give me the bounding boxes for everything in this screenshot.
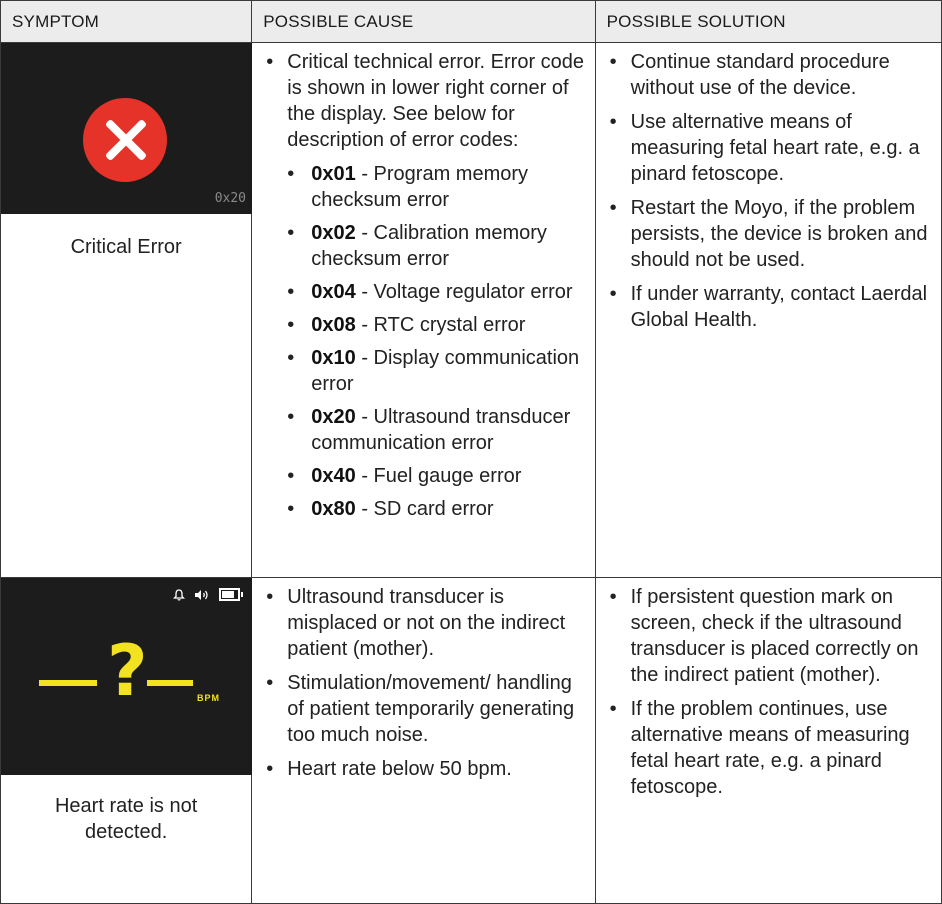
symptom-cell: ? BPM Heart rate is not detected. [0,577,253,904]
list-item: If persistent question mark on screen, c… [610,584,931,688]
list-item: 0x04 - Voltage regulator error [287,279,584,305]
list-item: 0x10 - Display communication error [287,345,584,397]
list-item: 0x02 - Calibration memory checksum error [287,220,584,272]
list-item: If the problem continues, use alternativ… [610,696,931,800]
symptom-text: Heart rate is not detected. [54,795,198,843]
device-screen-critical: 0x20 [1,43,252,214]
error-code-list: 0x01 - Program memory checksum error 0x0… [287,161,584,522]
device-screen-no-heart-rate: ? BPM [1,578,252,775]
list-item: 0x80 - SD card error [287,496,584,522]
header-row: SYMPTOM POSSIBLE CAUSE POSSIBLE SOLUTION [0,0,942,43]
cause-cell: Ultrasound transducer is misplaced or no… [251,577,596,904]
list-item: Continue standard procedure without use … [610,49,931,101]
solution-cell: Continue standard procedure without use … [594,42,942,578]
error-code: 0x10 [311,347,356,369]
symptom-cell: 0x20 Critical Error [0,42,253,578]
error-desc: - RTC crystal error [355,314,526,336]
header-symptom: SYMPTOM [0,0,253,43]
list-item: If under warranty, contact Laerdal Globa… [610,281,931,333]
battery-level [222,591,234,598]
error-code: 0x80 [311,498,356,520]
cause-list: Critical technical error. Error code is … [252,43,594,522]
header-solution: POSSIBLE SOLUTION [594,0,942,43]
list-item: 0x40 - Fuel gauge error [287,463,584,489]
cause-cell: Critical technical error. Error code is … [251,42,596,578]
error-code: 0x40 [311,465,356,487]
x-circle-icon [83,98,167,182]
dash-left [39,680,97,686]
list-item: Ultrasound transducer is misplaced or no… [266,584,584,662]
speaker-icon [195,589,208,600]
symptom-label: Critical Error [70,236,182,258]
error-code-readout: 0x20 [214,191,246,206]
battery-icon [219,588,243,601]
cause-intro: Critical technical error. Error code is … [287,51,585,151]
list-item: 0x01 - Program memory checksum error [287,161,584,213]
list-item: Stimulation/movement/ handling of patien… [266,670,584,748]
bpm-unit-label: BPM [197,693,220,703]
list-item: Critical technical error. Error code is … [266,49,584,522]
cause-list: Ultrasound transducer is misplaced or no… [252,578,594,782]
error-code: 0x20 [311,406,356,428]
solution-list: Continue standard procedure without use … [596,43,941,333]
error-desc: - SD card error [355,498,494,520]
troubleshooting-table: SYMPTOM POSSIBLE CAUSE POSSIBLE SOLUTION… [0,0,942,904]
error-code: 0x04 [311,281,356,303]
row-heart-rate-not-detected: ? BPM Heart rate is not detected. Ultras… [0,577,942,904]
solution-list: If persistent question mark on screen, c… [596,578,941,800]
error-desc: - Voltage regulator error [355,281,573,303]
row-critical-error: 0x20 Critical Error Critical technical e… [0,42,942,578]
error-code: 0x01 [311,163,356,185]
solution-cell: If persistent question mark on screen, c… [594,577,942,904]
list-item: 0x20 - Ultrasound transducer communicati… [287,404,584,456]
list-item: Restart the Moyo, if the problem persist… [610,195,931,273]
error-code: 0x02 [311,222,356,244]
dash-right [147,680,193,686]
header-cause: POSSIBLE CAUSE [251,0,596,43]
list-item: 0x08 - RTC crystal error [287,312,584,338]
error-code: 0x08 [311,314,356,336]
symptom-label: Heart rate is not detected. [1,775,251,845]
status-bar [173,588,243,601]
list-item: Heart rate below 50 bpm. [266,756,584,782]
bell-icon [173,588,185,601]
question-mark: ? [107,630,148,712]
error-desc: - Fuel gauge error [355,465,522,487]
list-item: Use alternative means of measuring fetal… [610,109,931,187]
